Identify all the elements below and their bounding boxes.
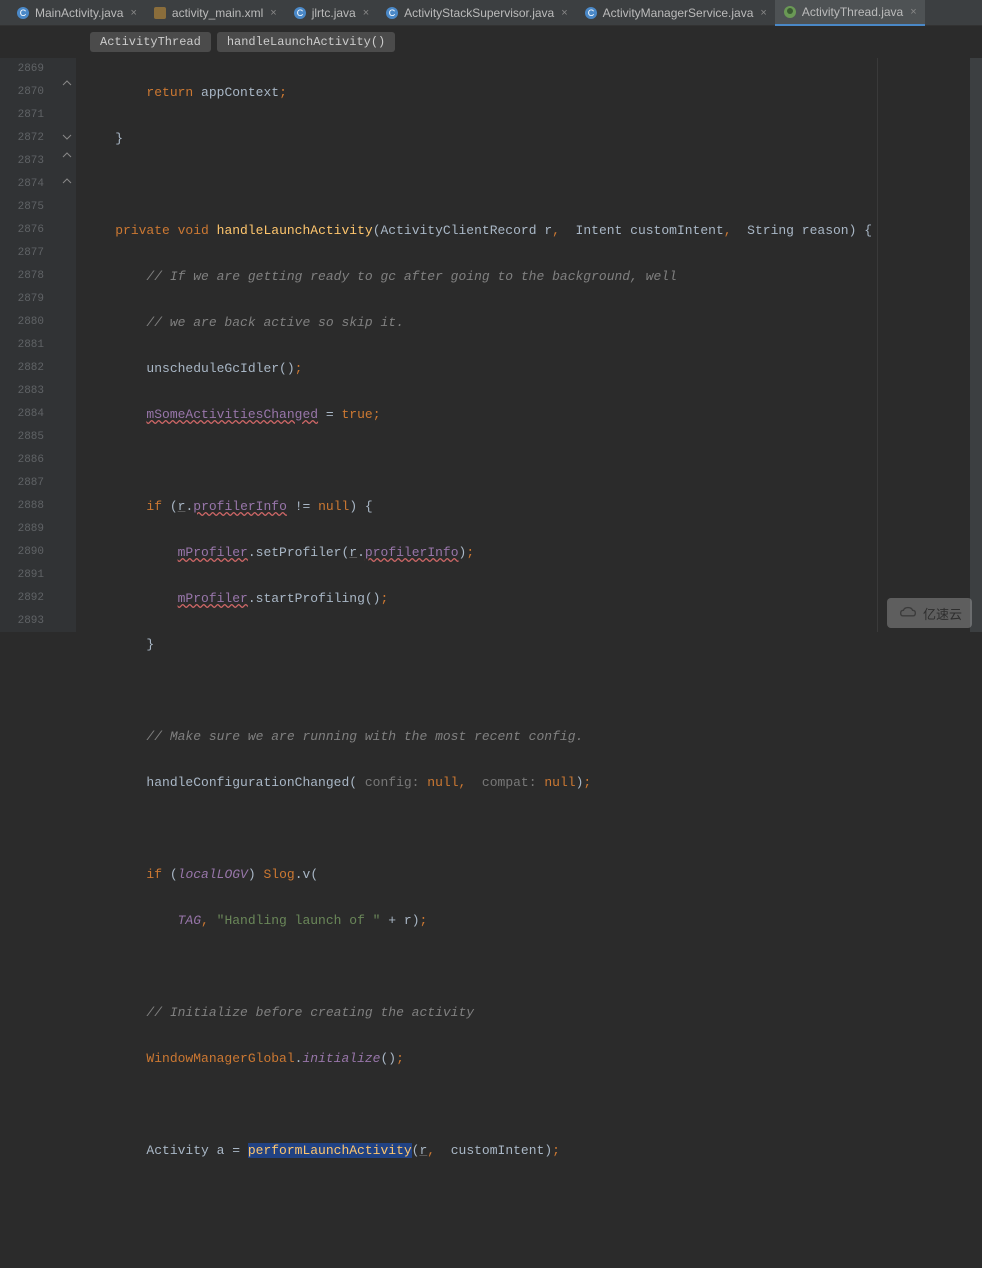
line-number: 2876 (0, 219, 44, 242)
close-icon[interactable]: × (910, 6, 916, 18)
code-line: handleConfigurationChanged( config: null… (84, 771, 970, 794)
tab-mainactivity[interactable]: C MainActivity.java × (8, 0, 145, 26)
code-line: // If we are getting ready to gc after g… (84, 265, 970, 288)
code-line: mSomeActivitiesChanged = true; (84, 403, 970, 426)
class-icon: C (385, 6, 399, 20)
breadcrumb: ActivityThread handleLaunchActivity() (0, 26, 982, 58)
code-line: // Make sure we are running with the mos… (84, 725, 970, 748)
tab-label: ActivityThread.java (802, 5, 903, 19)
svg-text:C: C (389, 8, 396, 18)
code-editor: 2869 2870 2871 2872 2873 2874 2875 2876 … (0, 58, 982, 632)
collapse-up-icon[interactable] (60, 174, 74, 188)
tab-activitymanagerservice[interactable]: C ActivityManagerService.java × (576, 0, 775, 26)
svg-text:C: C (20, 8, 27, 18)
line-number: 2873 (0, 150, 44, 173)
code-line: mProfiler.setProfiler(r.profilerInfo); (84, 541, 970, 564)
watermark: 亿速云 (887, 598, 972, 628)
tab-activitystacksupervisor[interactable]: C ActivityStackSupervisor.java × (377, 0, 576, 26)
code-line (84, 1093, 970, 1116)
line-number: 2886 (0, 449, 44, 472)
line-number: 2869 (0, 58, 44, 81)
cloud-icon (897, 602, 919, 624)
breadcrumb-class[interactable]: ActivityThread (90, 32, 211, 52)
line-number: 2890 (0, 541, 44, 564)
tab-label: activity_main.xml (172, 6, 263, 20)
line-number: 2883 (0, 380, 44, 403)
tab-activitythread[interactable]: ActivityThread.java × (775, 0, 925, 26)
code-line: unscheduleGcIdler(); (84, 357, 970, 380)
watermark-text: 亿速云 (923, 604, 962, 623)
code-line: Activity a = performLaunchActivity(r, cu… (84, 1139, 970, 1162)
code-line (84, 173, 970, 196)
line-number: 2878 (0, 265, 44, 288)
code-line: // Initialize before creating the activi… (84, 1001, 970, 1024)
bug-icon (783, 5, 797, 19)
line-number: 2875 (0, 196, 44, 219)
close-icon[interactable]: × (270, 7, 276, 19)
code-line: // we are back active so skip it. (84, 311, 970, 334)
line-number: 2874 (0, 173, 44, 196)
code-line (84, 449, 970, 472)
tab-label: jlrtc.java (312, 6, 356, 20)
right-margin-line (877, 58, 878, 632)
line-number: 2870 (0, 81, 44, 104)
line-number: 2871 (0, 104, 44, 127)
close-icon[interactable]: × (561, 7, 567, 19)
code-line: TAG, "Handling launch of " + r); (84, 909, 970, 932)
code-line (84, 955, 970, 978)
close-icon[interactable]: × (130, 7, 136, 19)
class-icon: C (16, 6, 30, 20)
line-number: 2888 (0, 495, 44, 518)
tab-label: ActivityStackSupervisor.java (404, 6, 554, 20)
class-icon: C (293, 6, 307, 20)
code-line (84, 679, 970, 702)
breadcrumb-method[interactable]: handleLaunchActivity() (217, 32, 395, 52)
code-line (84, 817, 970, 840)
line-number: 2887 (0, 472, 44, 495)
code-line: WindowManagerGlobal.initialize(); (84, 1047, 970, 1070)
line-number: 2893 (0, 610, 44, 633)
tab-label: ActivityManagerService.java (603, 6, 754, 20)
xml-icon (153, 6, 167, 20)
tab-label: MainActivity.java (35, 6, 123, 20)
code-area[interactable]: return appContext; } private void handle… (76, 58, 970, 632)
line-number: 2879 (0, 288, 44, 311)
line-number-gutter: 2869 2870 2871 2872 2873 2874 2875 2876 … (0, 58, 58, 632)
svg-text:C: C (587, 8, 594, 18)
line-number: 2877 (0, 242, 44, 265)
close-icon[interactable]: × (363, 7, 369, 19)
code-line: mProfiler.startProfiling(); (84, 587, 970, 610)
line-number: 2872 (0, 127, 44, 150)
vertical-scrollbar[interactable] (970, 58, 982, 632)
line-number: 2884 (0, 403, 44, 426)
line-number: 2889 (0, 518, 44, 541)
class-icon: C (584, 6, 598, 20)
close-icon[interactable]: × (760, 7, 766, 19)
tab-activity-main-xml[interactable]: activity_main.xml × (145, 0, 285, 26)
svg-text:C: C (296, 8, 303, 18)
code-line: if (r.profilerInfo != null) { (84, 495, 970, 518)
line-number: 2885 (0, 426, 44, 449)
collapse-up-icon[interactable] (60, 76, 74, 90)
override-up-icon[interactable] (60, 148, 74, 162)
code-line: if (localLOGV) Slog.v( (84, 863, 970, 886)
code-line: } (84, 127, 970, 150)
code-line: private void handleLaunchActivity(Activi… (84, 219, 970, 242)
line-number: 2880 (0, 311, 44, 334)
code-line: return appContext; (84, 81, 970, 104)
editor-tabs: C MainActivity.java × activity_main.xml … (0, 0, 982, 26)
tab-jlrtc[interactable]: C jlrtc.java × (285, 0, 377, 26)
line-number: 2891 (0, 564, 44, 587)
gutter-icons (58, 58, 76, 632)
line-number: 2892 (0, 587, 44, 610)
override-down-icon[interactable] (60, 130, 74, 144)
line-number: 2882 (0, 357, 44, 380)
line-number: 2881 (0, 334, 44, 357)
code-line (84, 1185, 970, 1208)
code-line: } (84, 633, 970, 656)
